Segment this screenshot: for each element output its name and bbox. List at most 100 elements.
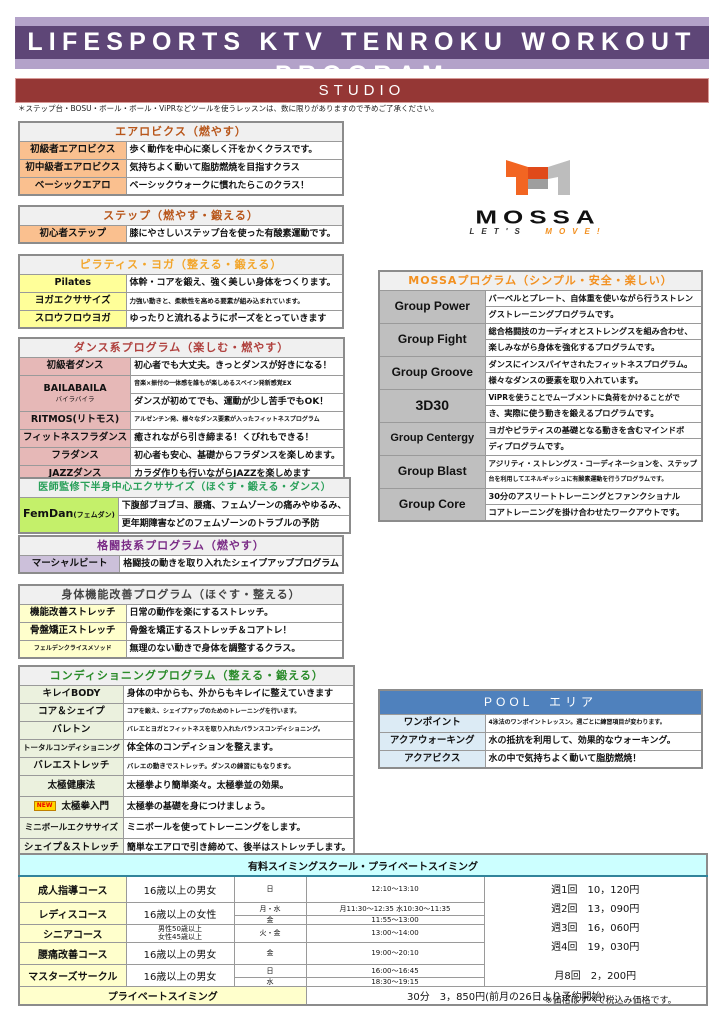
table-row: アクアウォーキング 水の抵抗を利用して、効果的なウォーキング。 — [378, 731, 703, 751]
program-desc: ViPRを使うことでムーブメントに負荷をかけることがで — [484, 388, 703, 406]
program-name: 初級者エアロビクス — [18, 140, 127, 160]
bailabaila-kana: バイラバイラ — [55, 395, 95, 403]
program-desc: 水の抵抗を利用して、効果的なウォーキング。 — [484, 731, 703, 751]
program-desc: ダンスにインスパイヤされたフィットネスプログラム。 — [484, 355, 703, 373]
table-row: アクアビクス 水の中で気持ちよく動いて脂肪燃焼！ — [378, 749, 703, 769]
table-row: BAILABAILA バイラバイラ 音楽×振付の一体感を誰もが楽しめるスペイン発新感… — [18, 374, 345, 412]
mossa-table: MOSSAプログラム（シンプル・安全・楽しい） Group Power バーベルと… — [378, 270, 703, 522]
program-desc: 楽しみながら身体を強化するプログラムです。 — [484, 339, 703, 357]
tagline-dark: LET'S — [469, 227, 527, 236]
program-name: マーシャルビート — [18, 554, 121, 574]
program-name: FemDan(フェムダン) — [18, 496, 119, 534]
table-row: 3D30 ViPRを使うことでムーブメントに負荷をかけることがで — [378, 388, 703, 423]
table-row: バレトン バレエとヨガとフィットネスを取り入れたバランスコンディショニング。 — [18, 720, 355, 740]
price-week1: 週1回 10，120円 — [551, 885, 640, 896]
program-name: トータルコンディショニング — [18, 738, 124, 758]
page-title: LIFESPORTS KTV TENROKU WORKOUT PROGRAM — [15, 26, 709, 89]
table-row: フィットネスフラダンス 癒されながら引き締まる！くびれもできる！ — [18, 428, 345, 448]
femdan-kana: (フェムダン) — [73, 511, 115, 520]
body-header: 身体機能改善プログラム（ほぐす・整える） — [18, 584, 344, 605]
table-row: Group Groove ダンスにインスパイヤされたフィットネスプログラム。 — [378, 355, 703, 390]
program-name: 機能改善ストレッチ — [18, 603, 127, 623]
conditioning-header: コンディショニングプログラム（整える・鍛える） — [18, 665, 355, 686]
table-row: コア＆シェイプ コアを鍛え、シェイプアップのためのトレーニングを行います。 — [18, 702, 355, 722]
program-desc: 無理のない動きで身体を調整するクラス。 — [125, 639, 344, 659]
program-name: Group Fight — [378, 322, 486, 357]
program-name: Group Blast — [378, 454, 486, 489]
course-age: 16歳以上の男女 — [125, 875, 235, 903]
program-name: 初心者ステップ — [18, 224, 127, 244]
course-age: 男性50歳以上 女性45歳以上 — [125, 923, 235, 943]
table-row: FemDan(フェムダン) 下腹部ブヨブヨ、腰痛、フェムゾーンの痛みやゆるみ、 — [18, 496, 351, 534]
program-desc: 太極拳の基礎を身につけましょう。 — [122, 795, 355, 818]
table-row: 機能改善ストレッチ 日常の動作を楽にするストレッチ。 — [18, 603, 344, 623]
course-age: 16歳以上の女性 — [125, 901, 235, 925]
program-desc: ゆったりと流れるようにポーズをとっていきます — [125, 309, 344, 329]
dance-table: ダンス系プログラム（楽しむ・燃やす） 初級者ダンス 初心者でも大丈夫。きっとダンス… — [18, 337, 346, 484]
program-desc: グストレーニングプログラムです。 — [484, 306, 703, 324]
program-name: アクアウォーキング — [378, 731, 486, 751]
pool-table: POOL エリア ワンポイント 4泳法のワンポイントレッスン。週ごとに練習項目が変… — [378, 689, 703, 769]
program-name: NEW 太極拳入門 — [18, 795, 124, 818]
program-name: Group Core — [378, 487, 486, 522]
program-desc: 体幹・コアを鍛え、強く美しい身体をつくります。 — [125, 273, 344, 293]
swim-header: 有料スイミングスクール・プライベートスイミング — [18, 853, 708, 877]
program-name: 骨盤矯正ストレッチ — [18, 621, 127, 641]
program-desc: ミニボールを使ってトレーニングをします。 — [122, 816, 355, 839]
program-name: Group Centergy — [378, 421, 486, 456]
course-day: 月・水 — [233, 901, 307, 916]
program-name: バレエストレッチ — [18, 756, 124, 776]
program-desc: 30分のアスリートトレーニングとファンクショナル — [484, 487, 703, 505]
program-desc: ダンスが初めてでも、運動が少し苦手でもOK！ — [130, 392, 345, 412]
martial-arts-table: 格闘技系プログラム（燃やす） マーシャルビート 格闘技の動きを取り入れたシェイプア… — [18, 535, 344, 574]
program-desc: 骨盤を矯正するストレッチ＆コアトレ！ — [125, 621, 344, 641]
price-week4: 週4回 19，030円 — [551, 942, 640, 953]
price-list: 週1回 10，120円 週2回 13，090円 週3回 16，060円 週4回 … — [483, 875, 708, 987]
course-name: レディスコース — [18, 901, 127, 925]
program-desc: アジリティ・ストレングス・コーディネーションを、ステップ — [484, 454, 703, 472]
table-row: ヨガエクササイズ 力強い動きと、柔軟性を高める要素が組み込まれています。 — [18, 291, 344, 311]
program-desc: 格闘技の動きを取り入れたシェイプアッププログラム — [119, 554, 344, 574]
table-row: フラダンス 初心者も安心、基礎からフラダンスを楽しめます。 — [18, 446, 345, 466]
bailabaila-name: BAILABAILA — [43, 383, 107, 394]
table-row: キレイBODY 身体の中からも、外からもキレイに整えていきます — [18, 684, 355, 704]
course-day: 水 — [233, 977, 307, 987]
course-time: 18:30〜19:15 — [305, 977, 485, 987]
tax-note: ※価格はすべて税込み価格です。 — [545, 996, 677, 1006]
studio-section-header: STUDIO — [15, 78, 709, 103]
mossa-m-icon — [506, 160, 570, 195]
program-desc: 更年期障害などのフェムゾーンのトラブルの予防 — [117, 514, 351, 534]
program-desc: ベーシックウォークに慣れたらこのクラス！ — [125, 176, 344, 196]
mossa-tagline: LET'S MOVE! — [418, 227, 658, 236]
course-time: 16:00〜16:45 — [305, 963, 485, 979]
table-row: フェルデンクライスメソッド 無理のない動きで身体を調整するクラス。 — [18, 639, 344, 659]
program-desc: 台を利用してエネルギッシュに有酸素運動を行うプログラムです。 — [484, 471, 703, 489]
program-desc: バーベルとプレート、自体重を使いながら行うストレン — [484, 289, 703, 307]
table-row: 初級者ダンス 初心者でも大丈夫。きっとダンスが好きになる！ — [18, 356, 345, 376]
step-table: ステップ（燃やす・鍛える） 初心者ステップ 膝にやさしいステップ台を使った有酸素運… — [18, 205, 344, 244]
program-name: キレイBODY — [18, 684, 124, 704]
program-desc: コアトレーニングを掛け合わせたワークアウトです。 — [484, 504, 703, 522]
aerobics-header: エアロビクス（燃やす） — [18, 121, 344, 142]
step-header: ステップ（燃やす・鍛える） — [18, 205, 344, 226]
course-time: 11:55〜13:00 — [305, 914, 485, 925]
price-masters: 月8回 2，200円 — [554, 971, 637, 982]
body-function-table: 身体機能改善プログラム（ほぐす・整える） 機能改善ストレッチ 日常の動作を楽にする… — [18, 584, 344, 659]
course-day: 日 — [233, 963, 307, 979]
program-name: ヨガエクササイズ — [18, 291, 127, 311]
course-day: 火・金 — [233, 923, 307, 943]
program-name: Pilates — [18, 273, 127, 293]
course-name: 腰痛改善コース — [18, 941, 127, 965]
program-name: フィットネスフラダンス — [18, 428, 132, 448]
program-desc: 4泳法のワンポイントレッスン。週ごとに練習項目が変わります。 — [484, 713, 703, 733]
price-week3: 週3回 16，060円 — [551, 923, 640, 934]
program-desc: 音楽×振付の一体感を誰もが楽しめるスペイン発新感覚EX — [130, 374, 345, 394]
new-badge: NEW — [33, 801, 56, 811]
table-row: スロウフロウヨガ ゆったりと流れるようにポーズをとっていきます — [18, 309, 344, 329]
program-name: フラダンス — [18, 446, 132, 466]
course-name: 成人指導コース — [18, 875, 127, 903]
dance-header: ダンス系プログラム（楽しむ・燃やす） — [18, 337, 345, 358]
course-time: 13:00〜14:00 — [305, 923, 485, 943]
program-desc: 様々なダンスの要素を取り入れています。 — [484, 372, 703, 390]
program-desc: 初心者でも大丈夫。きっとダンスが好きになる！ — [130, 356, 345, 376]
